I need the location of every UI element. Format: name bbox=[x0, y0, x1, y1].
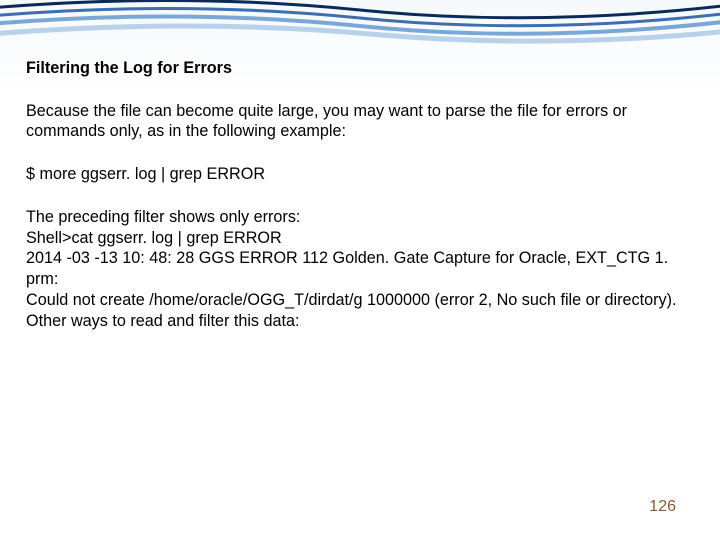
intro-paragraph: Because the file can become quite large,… bbox=[26, 101, 694, 142]
slide: Filtering the Log for Errors Because the… bbox=[0, 0, 720, 540]
section-heading: Filtering the Log for Errors bbox=[26, 58, 694, 79]
header-swoosh bbox=[0, 0, 720, 60]
output-block: The preceding filter shows only errors:S… bbox=[26, 207, 694, 331]
page-number: 126 bbox=[649, 498, 676, 516]
slide-content: Filtering the Log for Errors Because the… bbox=[26, 58, 694, 353]
command-example: $ more ggserr. log | grep ERROR bbox=[26, 164, 694, 185]
